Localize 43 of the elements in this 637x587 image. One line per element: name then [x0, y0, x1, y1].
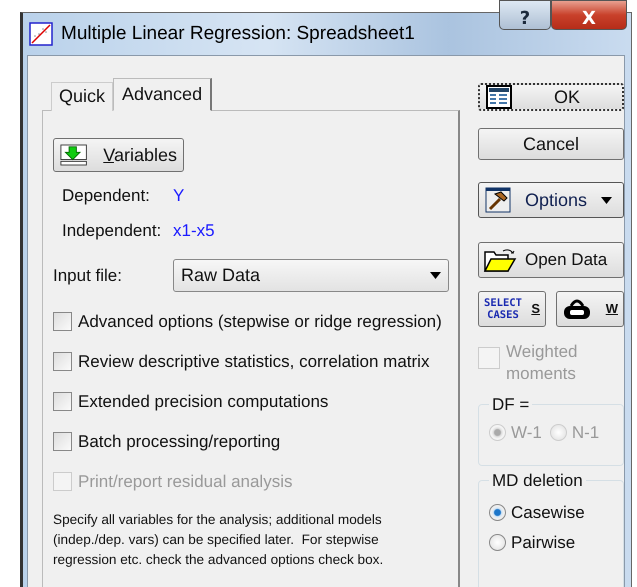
ok-button[interactable]: OK — [478, 83, 624, 111]
select-cases-label: SELECT CASES — [484, 296, 522, 321]
field-label: Dependent: — [62, 186, 151, 206]
checkbox-label: Advanced options (stepwise or ridge regression) — [78, 312, 442, 332]
checkbox[interactable] — [53, 312, 72, 331]
radio-label: W-1 — [511, 422, 542, 443]
window-title: Multiple Linear Regression: Spreadsheet1 — [61, 23, 415, 45]
folder-icon — [483, 247, 517, 273]
download-icon — [60, 143, 88, 167]
radio-button[interactable] — [489, 534, 506, 552]
checkbox-label: Batch processing/reporting — [78, 432, 280, 452]
checkbox[interactable] — [53, 352, 72, 371]
weight-icon — [562, 298, 592, 320]
field-label: Input file: — [53, 266, 123, 286]
field-label: Independent: — [62, 221, 162, 241]
checkbox-label: Weighted moments — [506, 340, 579, 385]
tab[interactable]: Advanced — [113, 78, 212, 111]
close-button[interactable]: X — [551, 0, 627, 30]
variables-button[interactable]: Variables — [53, 138, 184, 172]
options-button[interactable]: Options — [478, 182, 624, 218]
field-value: x1-x5 — [173, 221, 215, 241]
checkbox-label: Extended precision computations — [78, 392, 328, 412]
checkbox-label: Review descriptive statistics, correlation matrix — [78, 352, 430, 372]
hint-text: Specify all variables for the analysis; additional models (indep./dep. vars) can be specified later. For stepwise regression etc. check the advanced options check box. — [53, 511, 384, 569]
input-file-dropdown[interactable]: Raw Data — [173, 259, 449, 292]
help-button[interactable]: ? — [499, 0, 551, 30]
checkbox[interactable] — [53, 432, 72, 451]
radio-button[interactable] — [489, 504, 506, 522]
checkbox[interactable] — [53, 392, 72, 411]
checkbox-label: Print/report residual analysis — [78, 472, 292, 492]
open-button[interactable]: Open Data — [478, 242, 624, 278]
field-value: Y — [173, 186, 184, 206]
hammer-icon — [485, 187, 511, 214]
radio-label: Pairwise — [511, 532, 576, 553]
caret-icon — [430, 272, 441, 279]
chart-icon — [29, 22, 53, 46]
cancel-button[interactable]: Cancel — [478, 128, 624, 160]
radio-label: Casewise — [511, 502, 585, 523]
weight-button[interactable]: W — [556, 290, 624, 327]
radio-label: N-1 — [572, 422, 600, 443]
table-icon — [486, 85, 512, 109]
caret-icon — [601, 196, 612, 204]
tab[interactable]: Quick — [51, 82, 114, 111]
